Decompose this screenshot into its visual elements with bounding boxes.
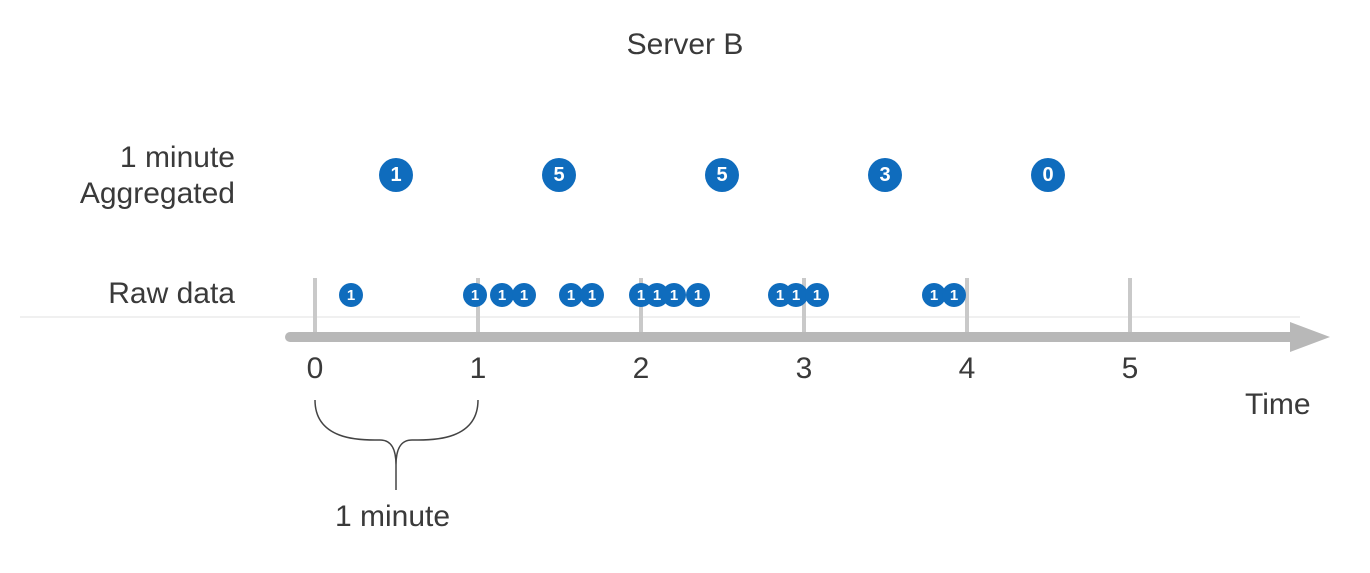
row-label-aggregated: 1 minute Aggregated <box>80 140 235 212</box>
raw-dot-9: 1 <box>686 283 710 307</box>
time-axis-arrowhead-icon <box>1290 322 1330 352</box>
time-axis-label: Time <box>1245 388 1311 422</box>
tick-label-0: 0 <box>307 352 324 386</box>
agg-dot-3: 3 <box>868 158 902 192</box>
raw-dot-12: 1 <box>805 283 829 307</box>
raw-dot-3: 1 <box>512 283 536 307</box>
raw-dot-5: 1 <box>580 283 604 307</box>
tick-label-3: 3 <box>796 352 813 386</box>
diagram-title: Server B <box>0 28 1370 62</box>
raw-dot-1: 1 <box>463 283 487 307</box>
agg-dot-1: 5 <box>542 158 576 192</box>
tick-label-5: 5 <box>1122 352 1139 386</box>
raw-dot-0: 1 <box>339 283 363 307</box>
tick-label-2: 2 <box>633 352 650 386</box>
raw-dot-8: 1 <box>662 283 686 307</box>
row-label-aggregated-line1: 1 minute <box>120 141 235 174</box>
tick-label-4: 4 <box>959 352 976 386</box>
row-label-aggregated-line2: Aggregated <box>80 177 235 210</box>
raw-dot-14: 1 <box>942 283 966 307</box>
raw-dot-2: 1 <box>490 283 514 307</box>
interval-bracket-icon <box>315 400 478 465</box>
agg-dot-4: 0 <box>1031 158 1065 192</box>
row-label-raw: Raw data <box>108 276 235 312</box>
guideline <box>20 316 1300 318</box>
agg-dot-0: 1 <box>379 158 413 192</box>
agg-dot-2: 5 <box>705 158 739 192</box>
interval-caption: 1 minute <box>335 500 450 534</box>
tick-label-1: 1 <box>470 352 487 386</box>
